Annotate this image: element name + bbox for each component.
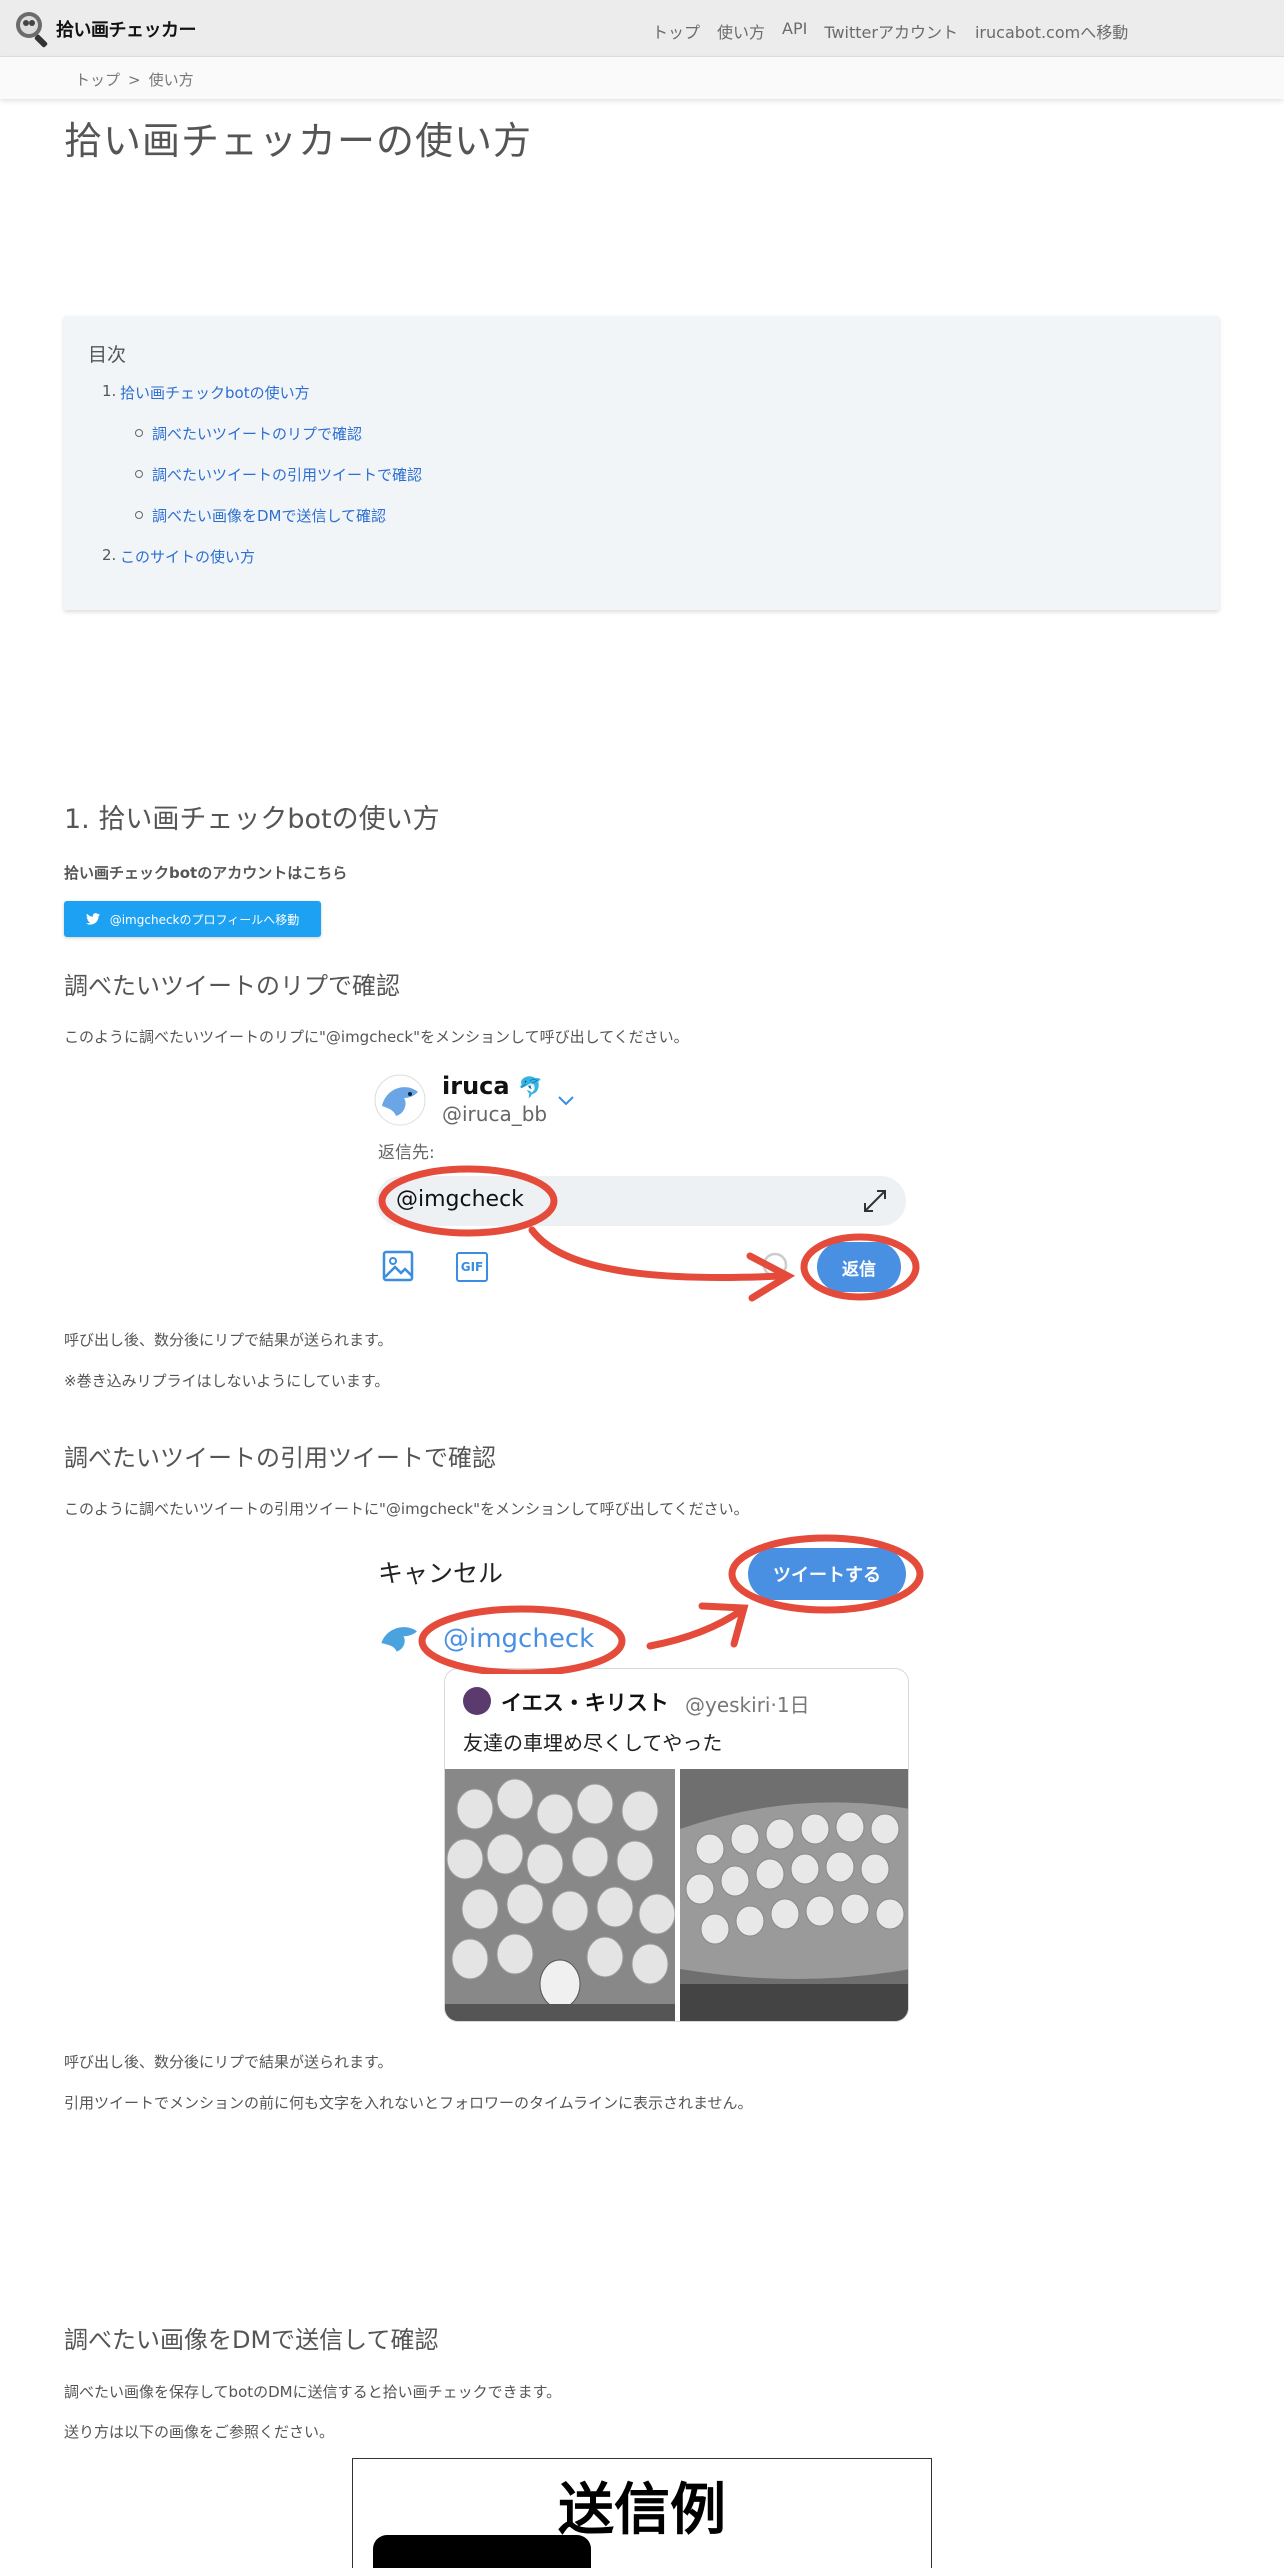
reply-example-screenshot: iruca 🐬 @iruca_bb 返信先: @imgcheck GIF 返信: [372, 1066, 920, 1312]
logo-text: 拾い画チェッカー: [56, 20, 197, 41]
site-logo[interactable]: 拾い画チェッカー: [12, 8, 197, 50]
nav-howto[interactable]: 使い方: [717, 19, 765, 43]
toc-title: 目次: [88, 344, 127, 366]
toc-bullet: [135, 429, 143, 437]
breadcrumb-current: 使い方: [148, 71, 194, 89]
nav-twitter[interactable]: Twitterアカウント: [824, 19, 958, 43]
reply-section-heading: 調べたいツイートのリプで確認: [64, 972, 400, 1000]
toc-link-site-usage[interactable]: このサイトの使い方: [120, 546, 255, 567]
toc-bullet: [135, 470, 143, 478]
dm-example-phone: [373, 2535, 591, 2568]
site-header: 拾い画チェッカー トップ 使い方 API Twitterアカウント irucab…: [0, 0, 1284, 57]
toc-number-1: 1.: [102, 382, 117, 400]
section-number: 1.: [64, 804, 90, 835]
photo-car-masks-icon: [680, 1769, 908, 2021]
nav-api[interactable]: API: [782, 19, 807, 43]
quote-section-heading: 調べたいツイートの引用ツイートで確認: [64, 1444, 496, 1472]
reply-note-1: 呼び出し後、数分後にリプで結果が送られます。: [64, 1331, 393, 1349]
quote-note-2: 引用ツイートでメンションの前に何も文字を入れないとフォロワーのタイムラインに表示…: [64, 2094, 753, 2112]
breadcrumb-top[interactable]: トップ: [75, 71, 120, 89]
quote-note-1: 呼び出し後、数分後にリプで結果が送られます。: [64, 2053, 393, 2071]
page-title: 拾い画チェッカーの使い方: [64, 119, 533, 163]
photo-masks-icon: [445, 1769, 676, 2021]
quoted-handle: @yeskiri·1日: [685, 1693, 810, 1717]
dm-section-text-1: 調べたい画像を保存してbotのDMに送信すると拾い画チェックできます。: [64, 2383, 562, 2401]
quoted-tweet-card[interactable]: イエス・キリスト @yeskiri·1日 友達の車埋め尽くしてやった: [444, 1668, 909, 2022]
toc-bullet: [135, 511, 143, 519]
table-of-contents: 目次 1. 拾い画チェックbotの使い方 調べたいツイートのリプで確認 調べたい…: [64, 316, 1219, 610]
quoted-avatar: [463, 1687, 491, 1715]
profile-button[interactable]: @imgcheckのプロフィールへ移動: [64, 901, 321, 937]
reply-note-2: ※巻き込みリプライはしないようにしています。: [64, 1372, 390, 1390]
quoted-photo-2: [680, 1769, 908, 2021]
toc-link-bot-usage[interactable]: 拾い画チェックbotの使い方: [120, 382, 310, 403]
dm-section-heading: 調べたい画像をDMで送信して確認: [64, 2326, 439, 2354]
profile-button-label: @imgcheckのプロフィールへ移動: [109, 912, 300, 927]
reply-section-intro: このように調べたいツイートのリプに"@imgcheck"をメンションして呼び出し…: [64, 1028, 689, 1046]
toc-link-reply[interactable]: 調べたいツイートのリプで確認: [152, 423, 362, 444]
toc-number-2: 2.: [102, 546, 117, 564]
breadcrumb-bar: トップ > 使い方: [0, 57, 1284, 99]
breadcrumb-separator: >: [128, 71, 141, 89]
section-heading-text: 拾い画チェックbotの使い方: [98, 804, 440, 835]
annotation-arrow-icon: [378, 1165, 920, 1302]
main-nav: トップ 使い方 API Twitterアカウント irucabot.comへ移動: [652, 19, 1128, 43]
quoted-text: 友達の車埋め尽くしてやった: [463, 1731, 723, 1755]
quoted-photo-1: [445, 1769, 676, 2021]
quote-section-intro: このように調べたいツイートの引用ツイートに"@imgcheck"をメンションして…: [64, 1500, 749, 1518]
twitter-bird-icon: [85, 913, 100, 925]
account-note: 拾い画チェックbotのアカウントはこちら: [64, 864, 348, 882]
quote-example-screenshot: キャンセル ツイートする @imgcheck イエス・キリスト @yeskiri…: [372, 1534, 932, 2028]
magnifier-logo-icon: [16, 12, 48, 48]
section-heading-bot-usage: 1. 拾い画チェックbotの使い方: [64, 797, 440, 836]
nav-irucabot[interactable]: irucabot.comへ移動: [975, 19, 1128, 43]
dm-section-text-2: 送り方は以下の画像をご参照ください。: [64, 2423, 335, 2441]
dm-example-image: 送信例: [352, 2458, 932, 2568]
toc-link-quote[interactable]: 調べたいツイートの引用ツイートで確認: [152, 464, 422, 485]
annotation-arrow-icon: [418, 1534, 924, 1674]
breadcrumb: トップ > 使い方: [75, 69, 194, 90]
quoted-user-name: イエス・キリスト: [501, 1691, 669, 1715]
nav-top[interactable]: トップ: [652, 19, 700, 43]
dm-example-title: 送信例: [558, 2478, 726, 2543]
toc-link-dm[interactable]: 調べたい画像をDMで送信して確認: [152, 505, 386, 526]
